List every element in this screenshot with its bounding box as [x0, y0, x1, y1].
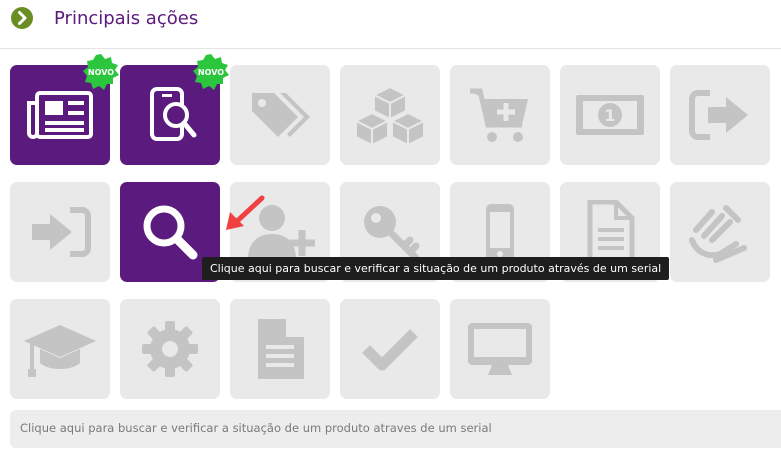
tile-file-text[interactable]	[230, 299, 330, 399]
sign-language-icon	[689, 205, 747, 263]
tile-money[interactable]: 1	[560, 65, 660, 165]
tile-graduation-cap[interactable]	[10, 299, 110, 399]
check-icon	[362, 329, 418, 371]
tooltip: Clique aqui para buscar e verificar a si…	[202, 257, 670, 280]
tile-cart-plus[interactable]	[450, 65, 550, 165]
novo-badge: NOVO	[83, 54, 119, 90]
graduation-cap-icon	[24, 325, 96, 377]
tile-mobile-search[interactable]: NOVO	[120, 54, 229, 165]
search-icon	[143, 205, 198, 260]
money-icon: 1	[576, 95, 644, 135]
tile-tags[interactable]	[230, 65, 330, 165]
tile-cubes[interactable]	[340, 65, 440, 165]
tile-monitor[interactable]	[450, 299, 550, 399]
chevron-right-circle-icon	[11, 7, 33, 29]
newspaper-icon	[27, 91, 93, 139]
document-icon	[587, 200, 635, 264]
novo-badge-label: NOVO	[198, 68, 224, 77]
file-text-icon	[258, 319, 304, 379]
tile-newspaper[interactable]: NOVO	[10, 54, 119, 165]
sign-out-icon	[689, 90, 748, 140]
section-header: Principais ações	[0, 0, 781, 48]
mobile-phone-icon	[486, 204, 514, 260]
tile-gear[interactable]	[120, 299, 220, 399]
cubes-icon	[354, 85, 426, 147]
tags-icon	[252, 93, 310, 137]
page-title: Principais ações	[54, 8, 199, 29]
cart-plus-icon	[470, 88, 528, 142]
novo-badge-label: NOVO	[88, 68, 114, 77]
tile-sign-out[interactable]	[670, 65, 770, 165]
svg-text:1: 1	[604, 106, 615, 125]
header-divider	[0, 48, 781, 49]
tile-check[interactable]	[340, 299, 440, 399]
gear-icon	[142, 321, 198, 377]
key-icon	[364, 206, 420, 262]
mobile-search-icon	[150, 87, 197, 141]
monitor-icon	[468, 323, 532, 375]
novo-badge: NOVO	[193, 54, 229, 90]
red-arrow-icon	[226, 195, 265, 230]
tile-sign-in[interactable]	[10, 182, 110, 282]
sign-in-icon	[32, 207, 91, 257]
tile-sign-language[interactable]	[670, 182, 770, 282]
status-text: Clique aqui para buscar e verificar a si…	[20, 421, 492, 435]
status-bar: Clique aqui para buscar e verificar a si…	[10, 410, 781, 448]
